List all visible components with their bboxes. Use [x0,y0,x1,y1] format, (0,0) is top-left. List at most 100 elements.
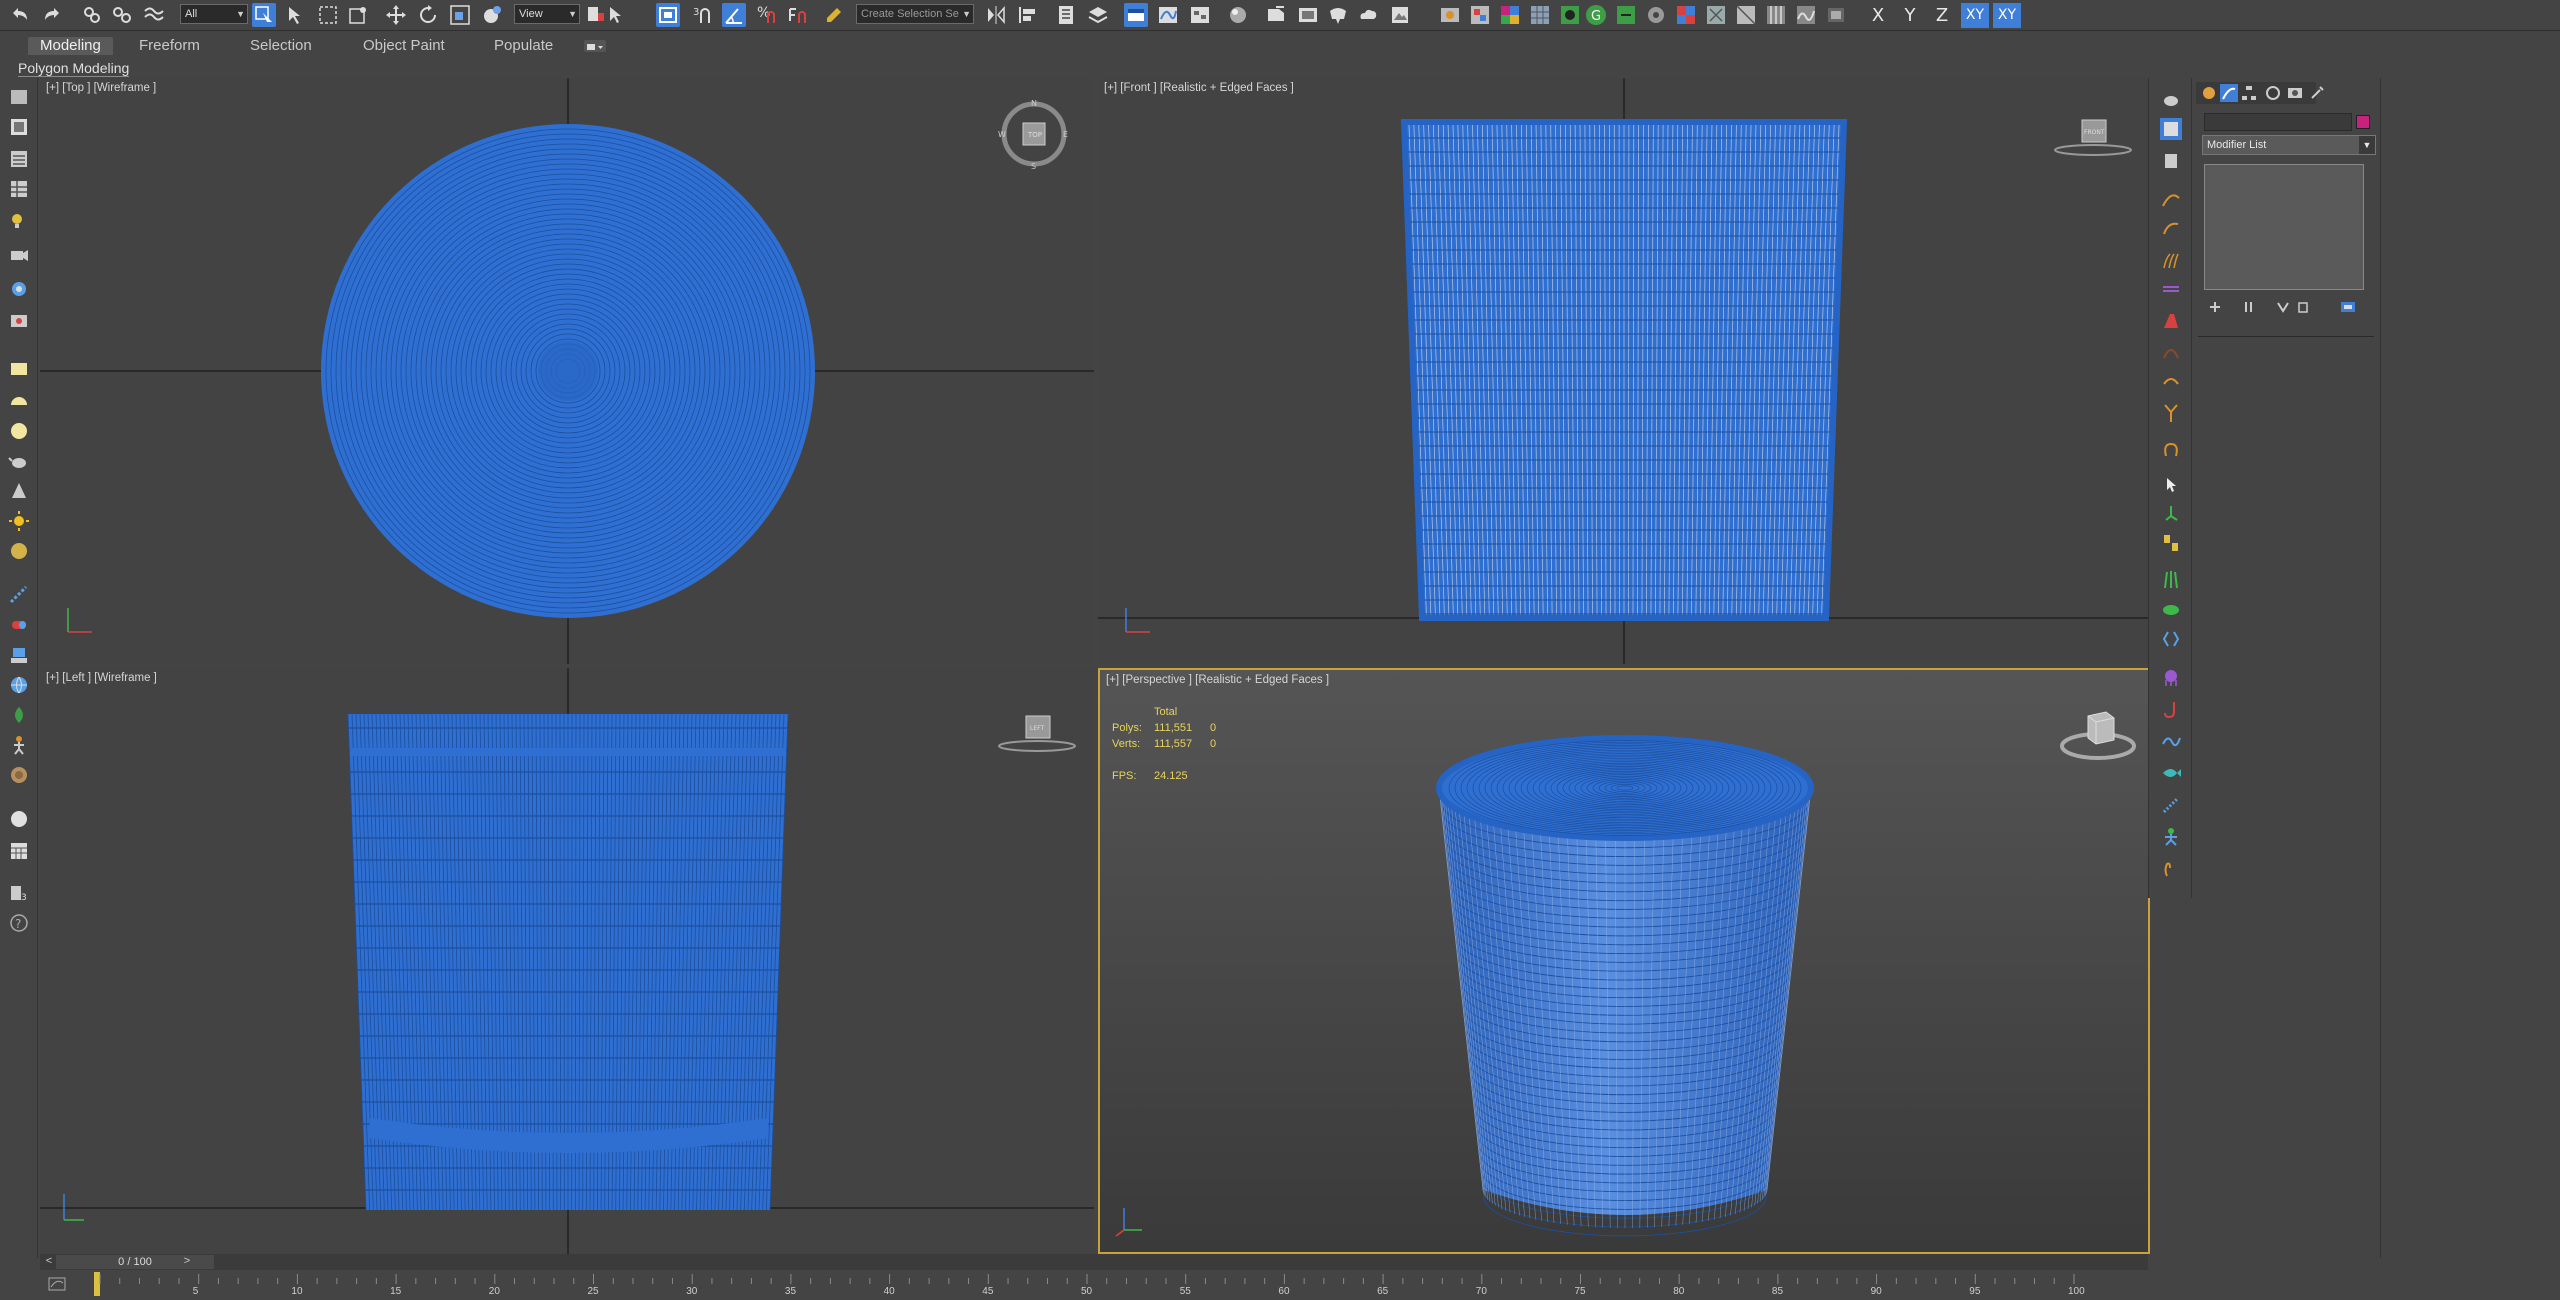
snap-toggle-icon[interactable]: 3 [690,3,714,27]
modifier-stack-list[interactable] [2204,164,2364,290]
curve-editor-icon[interactable] [1156,3,1180,27]
percent-snap-icon[interactable]: % [754,3,778,27]
cylinder-top-mesh[interactable] [321,124,815,618]
hook-tool-icon[interactable] [2160,698,2182,720]
layers-icon[interactable] [8,148,30,170]
calendar-icon[interactable] [8,840,30,862]
restrict-y-button[interactable]: Y [1896,3,1924,28]
footsteps-icon[interactable] [2160,532,2182,554]
green-script-icon[interactable] [1558,3,1582,27]
mesh-tool-icon[interactable] [1734,3,1758,27]
viewport-label-front[interactable]: [+] [Front ] [Realistic + Edged Faces ] [1104,82,1294,94]
reference-coord-dropdown[interactable]: View ▼ [514,4,580,24]
material-sphere-icon[interactable] [8,540,30,562]
viewport-label-left[interactable]: [+] [Left ] [Wireframe ] [46,672,157,684]
window-crossing-icon[interactable] [346,3,370,27]
viewport-label-perspective[interactable]: [+] [Perspective ] [Realistic + Edged Fa… [1106,674,1329,686]
scene-converter-icon[interactable] [1468,3,1492,27]
time-slider[interactable]: < 0 / 100 > [40,1254,2148,1270]
robot-icon[interactable] [8,644,30,666]
plane-icon[interactable] [8,358,30,380]
viewport-top[interactable]: [+] [Top ] [Wireframe ] TOP N E S W [40,78,1094,664]
render-frame-icon[interactable] [1824,3,1848,27]
leg-tool-icon[interactable] [2160,502,2182,524]
loop-tool-icon[interactable] [2160,438,2182,460]
grass-tool-icon[interactable] [2160,568,2182,590]
spline-tool-icon[interactable] [2160,188,2182,210]
twist-tool-icon[interactable] [2160,370,2182,392]
tab-populate[interactable]: Populate [494,37,553,55]
sun-icon[interactable] [8,510,30,532]
link-icon[interactable] [80,3,104,27]
named-selection-sets-dropdown[interactable]: Create Selection Se ▼ [856,4,974,24]
undo-icon[interactable] [8,3,32,27]
scale-icon[interactable] [448,3,472,27]
leaf-icon[interactable] [8,704,30,726]
keyboard-shortcut-override-icon[interactable] [656,3,680,27]
polygon-modeling-panel[interactable]: Polygon Modeling [18,60,130,77]
teapot-create-icon[interactable] [2160,88,2182,110]
unit-setup-icon[interactable]: 3 [8,882,30,904]
place-icon[interactable] [480,3,504,27]
state-set-icon[interactable] [1438,3,1462,27]
viewport-label-top[interactable]: [+] [Top ] [Wireframe ] [46,82,156,94]
hair-tool-icon[interactable] [2160,250,2182,272]
render-setup-icon[interactable] [1264,3,1288,27]
wave-tool-icon[interactable] [1794,3,1818,27]
viewcube-top[interactable]: TOP N E S W [998,98,1070,171]
object-color-swatch[interactable] [2356,115,2370,129]
jelly-tool-icon[interactable] [2160,666,2182,688]
spacewarp-icon[interactable] [8,310,30,332]
make-unique-icon[interactable] [2276,300,2290,314]
rotate-icon[interactable] [416,3,440,27]
align-icon[interactable] [1016,3,1040,27]
light-bulb-icon[interactable] [8,210,30,232]
material-editor-icon[interactable] [1226,3,1250,27]
bend-tool-icon[interactable] [2160,280,2182,302]
rect-selection-icon[interactable] [316,3,340,27]
object-name-field[interactable] [2204,113,2352,131]
rendered-frame-window-icon[interactable] [1296,3,1320,27]
toggle-ribbon-icon[interactable] [1124,3,1148,27]
mirror-icon[interactable] [984,3,1008,27]
viewport-perspective[interactable]: [+] [Perspective ] [Realistic + Edged Fa… [1098,668,2150,1254]
render-in-cloud-icon[interactable] [1356,3,1380,27]
fork-tool-icon[interactable] [2160,402,2182,424]
motion-tab-icon[interactable] [2264,84,2282,102]
table-icon[interactable] [8,178,30,200]
scene-explorer-icon[interactable] [1054,3,1078,27]
modify-tab-icon[interactable] [2220,84,2238,102]
restrict-z-button[interactable]: Z [1928,3,1956,28]
tab-object-paint[interactable]: Object Paint [363,37,445,55]
a360-gallery-icon[interactable] [1388,3,1412,27]
capsule-icon[interactable] [8,614,30,636]
restrict-x-button[interactable]: X [1864,3,1892,28]
redo-icon[interactable] [40,3,64,27]
modifier-list-dropdown[interactable]: Modifier List ▼ [2202,135,2376,155]
camera-icon[interactable] [8,244,30,266]
box-icon[interactable] [8,116,30,138]
figure-tool-icon[interactable] [2160,826,2182,848]
cursor-icon[interactable] [2160,474,2182,496]
modify-panel-icon[interactable] [2160,118,2182,140]
flatten-uv-icon[interactable] [1704,3,1728,27]
taper-tool-icon[interactable] [2160,310,2182,332]
cylinder-perspective-mesh[interactable] [1436,735,1814,1237]
edit-named-selection-icon[interactable] [822,3,846,27]
hand-tool-icon[interactable] [2160,858,2182,880]
create-tab-icon[interactable] [2200,84,2218,102]
hierarchy-icon[interactable] [2160,150,2182,172]
help-icon[interactable]: ? [8,912,30,934]
select-object-icon[interactable] [252,3,276,27]
color-grid-icon[interactable] [1674,3,1698,27]
hemisphere-icon[interactable] [8,390,30,412]
texture-icon[interactable] [8,764,30,786]
utilities-tab-icon[interactable] [2308,84,2326,102]
wave-deform-icon[interactable] [2160,730,2182,752]
restrict-xy-button[interactable]: XY [1961,3,1989,28]
cylinder-left-mesh[interactable] [347,713,789,1211]
show-end-result-icon[interactable] [2242,300,2256,314]
white-sphere-icon[interactable] [8,808,30,830]
move-icon[interactable] [384,3,408,27]
bind-spacewarp-icon[interactable] [142,3,166,27]
